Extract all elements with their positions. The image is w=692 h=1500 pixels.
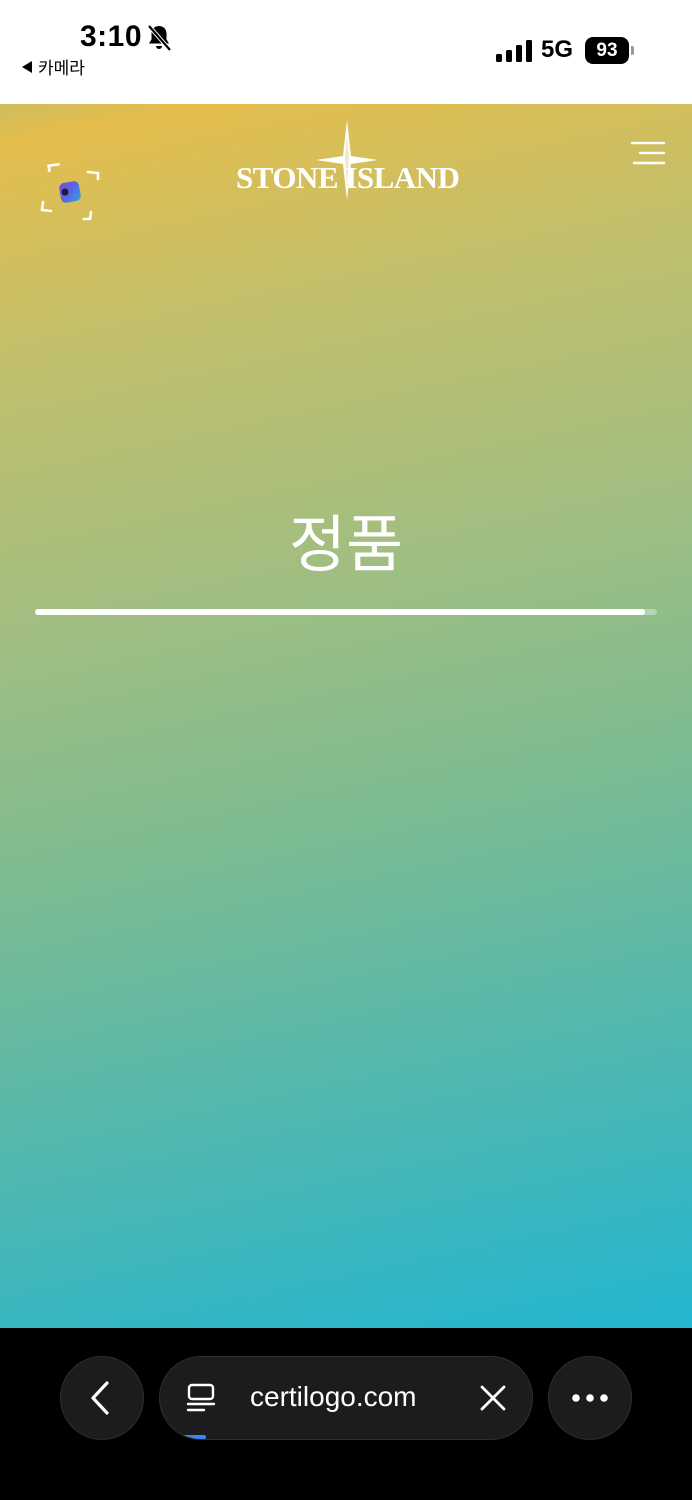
network-type: 5G	[541, 36, 574, 63]
battery-nub	[631, 46, 634, 55]
address-bar[interactable]: certilogo.com	[159, 1356, 533, 1440]
back-button[interactable]	[60, 1356, 144, 1440]
progress-fill	[35, 609, 645, 615]
scan-icon[interactable]	[40, 162, 102, 224]
cellular-signal-icon	[496, 40, 532, 62]
browser-toolbar: certilogo.com	[0, 1328, 692, 1500]
status-bar: 3:10 카메라 5G 93	[0, 0, 692, 104]
page-icon[interactable]	[186, 1383, 216, 1415]
close-icon[interactable]	[480, 1385, 506, 1411]
url-text[interactable]: certilogo.com	[250, 1381, 417, 1413]
back-to-app-link[interactable]: 카메라	[22, 54, 85, 79]
back-app-label: 카메라	[38, 59, 85, 79]
back-triangle-icon	[22, 60, 32, 73]
brand-name: STONE ISLAND	[236, 160, 460, 195]
brand-logo[interactable]: STONE ISLAND	[236, 120, 460, 200]
page-load-progress	[180, 1435, 206, 1439]
battery-percent: 93	[596, 40, 618, 61]
battery-icon: 93	[585, 37, 629, 64]
progress-bar	[35, 609, 657, 615]
status-time: 3:10	[80, 20, 143, 53]
menu-icon[interactable]	[628, 140, 666, 166]
web-content: STONE ISLAND 정품	[0, 104, 692, 1328]
bell-slash-icon	[147, 24, 172, 52]
chevron-left-icon	[91, 1381, 109, 1415]
more-icon	[572, 1394, 608, 1402]
authenticity-result-title: 정품	[288, 508, 404, 581]
more-button[interactable]	[548, 1356, 632, 1440]
